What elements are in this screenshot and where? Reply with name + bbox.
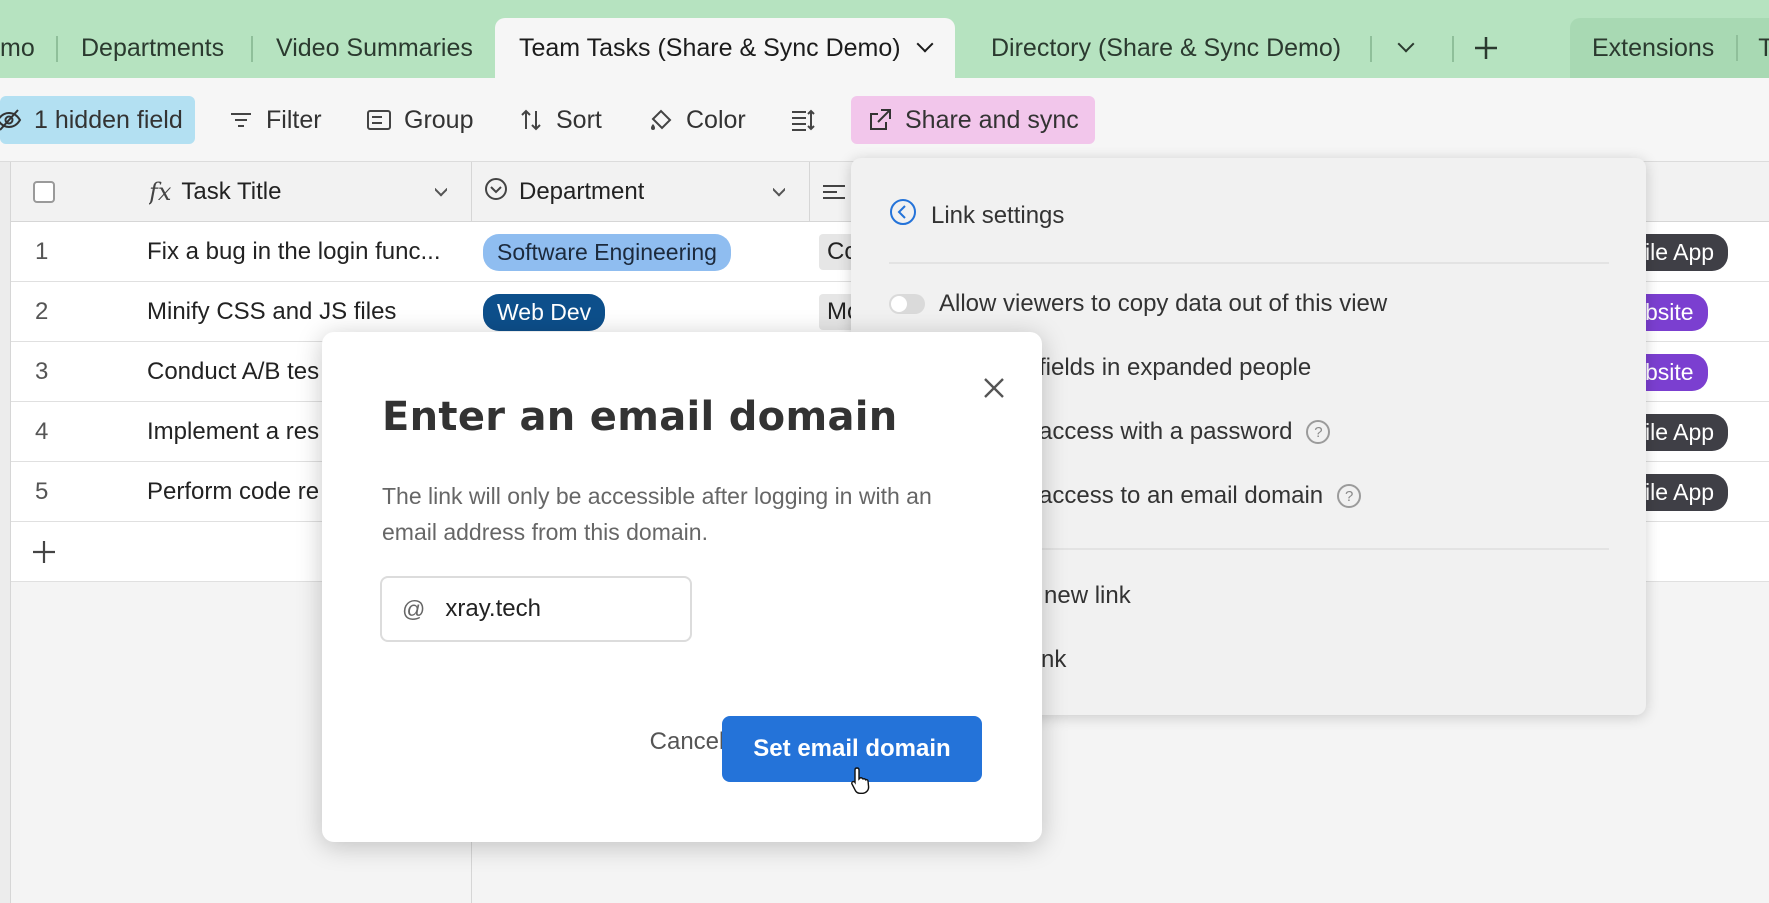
- extensions-label: Extensions: [1592, 33, 1715, 62]
- expanded-fields-label: fields in expanded people: [1039, 354, 1312, 381]
- task-title-cell[interactable]: Implement a res: [147, 402, 327, 462]
- column-header-department[interactable]: Department: [483, 162, 644, 222]
- copy-data-toggle[interactable]: [889, 294, 925, 314]
- row-height-button[interactable]: [790, 96, 816, 144]
- group-label: Group: [404, 105, 474, 134]
- dialog-description: The link will only be accessible after l…: [382, 483, 932, 545]
- add-table-button[interactable]: [1473, 18, 1499, 78]
- department-cell[interactable]: Software Engineering: [483, 222, 731, 282]
- copy-data-label: Allow viewers to copy data out of this v…: [939, 290, 1388, 317]
- password-option[interactable]: access with a password ?: [1039, 418, 1331, 446]
- panel-divider: [889, 262, 1609, 264]
- row-number: 5: [35, 478, 49, 505]
- password-label: access with a password: [1039, 418, 1293, 445]
- hide-fields-label: 1 hidden field: [34, 105, 183, 134]
- disable-link-option[interactable]: nk: [1041, 646, 1066, 674]
- chevron-down-icon: [773, 179, 785, 197]
- disable-link-label: nk: [1041, 646, 1067, 673]
- group-button[interactable]: Group: [366, 96, 473, 144]
- pointer-cursor-icon: [850, 766, 872, 796]
- filter-icon: [228, 107, 254, 133]
- sort-button[interactable]: Sort: [518, 96, 602, 144]
- help-icon[interactable]: ?: [1306, 420, 1331, 444]
- color-button[interactable]: Color: [648, 96, 746, 144]
- generate-new-link-label: new link: [1044, 582, 1131, 609]
- column-menu-chevron[interactable]: [773, 162, 785, 222]
- column-header-task-title[interactable]: ƒx Task Title: [149, 162, 281, 222]
- chevron-down-icon: [1397, 35, 1415, 53]
- single-select-icon: [483, 176, 509, 209]
- column-header-label: Task Title: [181, 178, 282, 205]
- tab-separator: [1370, 36, 1372, 62]
- tab-directory[interactable]: Directory (Share & Sync Demo): [991, 18, 1341, 78]
- tab-label: mo: [0, 33, 35, 62]
- row-height-icon: [790, 107, 816, 133]
- tab-partial-demo[interactable]: mo: [0, 18, 35, 78]
- email-domain-option[interactable]: access to an email domain ?: [1039, 482, 1362, 510]
- dialog-title: Enter an email domain: [382, 394, 898, 440]
- all-tables-dropdown[interactable]: [1397, 18, 1415, 78]
- sort-icon: [518, 107, 544, 133]
- tab-label: Departments: [81, 33, 225, 62]
- external-link-icon: [867, 107, 893, 133]
- tab-video-summaries[interactable]: Video Summaries: [276, 18, 473, 78]
- tab-separator: [56, 36, 58, 62]
- plus-icon: [31, 522, 57, 582]
- long-text-icon: [821, 162, 847, 222]
- email-domain-label: access to an email domain: [1039, 482, 1324, 509]
- filter-label: Filter: [266, 105, 322, 134]
- view-toolbar: 1 hidden field Filter Group Sort Color S…: [0, 78, 1769, 162]
- hide-fields-button[interactable]: 1 hidden field: [0, 96, 195, 144]
- paint-bucket-icon: [648, 107, 674, 133]
- row-number: 2: [35, 298, 49, 325]
- chevron-down-icon: [435, 179, 447, 197]
- row-number: 4: [35, 418, 49, 445]
- expanded-fields-option[interactable]: fields in expanded people: [1039, 354, 1311, 382]
- table-tab-bar: mo Departments Video Summaries Team Task…: [0, 0, 1769, 78]
- email-domain-input[interactable]: [445, 595, 666, 623]
- email-domain-field[interactable]: @: [380, 576, 692, 642]
- tools-label-partial: T: [1758, 33, 1769, 62]
- department-pill: Software Engineering: [483, 233, 731, 271]
- filter-button[interactable]: Filter: [228, 96, 322, 144]
- extensions-tab[interactable]: Extensions T: [1570, 18, 1769, 78]
- plus-icon: [1475, 37, 1497, 59]
- tab-separator: [1452, 36, 1454, 62]
- task-title-cell[interactable]: Conduct A/B tes: [147, 342, 327, 402]
- back-arrow-icon[interactable]: [889, 198, 917, 233]
- share-and-sync-label: Share and sync: [905, 105, 1079, 134]
- tab-label: Team Tasks (Share & Sync Demo): [519, 33, 901, 62]
- at-sign-icon: @: [402, 595, 426, 622]
- eye-slash-icon: [0, 107, 22, 133]
- formula-icon: ƒx: [149, 178, 172, 206]
- share-and-sync-button[interactable]: Share and sync: [851, 96, 1095, 144]
- generate-new-link-option[interactable]: new link: [1044, 582, 1131, 610]
- department-pill: Web Dev: [483, 293, 606, 331]
- task-title-cell[interactable]: Perform code re: [147, 462, 327, 522]
- task-title-cell[interactable]: Fix a bug in the login func...: [147, 222, 467, 282]
- tab-separator: [251, 36, 253, 62]
- checkbox: [33, 181, 55, 203]
- tab-team-tasks[interactable]: Team Tasks (Share & Sync Demo): [495, 18, 955, 78]
- help-icon[interactable]: ?: [1337, 484, 1362, 508]
- chevron-down-icon[interactable]: [916, 35, 934, 53]
- link-settings-header[interactable]: Link settings: [889, 198, 1064, 233]
- select-all-checkbox[interactable]: [33, 162, 55, 222]
- email-domain-dialog: Enter an email domain The link will only…: [322, 332, 1042, 842]
- group-icon: [366, 107, 392, 133]
- link-settings-title: Link settings: [931, 201, 1065, 229]
- column-menu-chevron[interactable]: [435, 162, 447, 222]
- tab-label: Video Summaries: [276, 33, 473, 62]
- row-number: 3: [35, 358, 49, 385]
- copy-data-option[interactable]: Allow viewers to copy data out of this v…: [889, 290, 1387, 318]
- sort-label: Sort: [556, 105, 602, 134]
- tab-separator: [1736, 35, 1739, 61]
- column-header-label: Department: [519, 178, 645, 205]
- tab-departments[interactable]: Departments: [81, 18, 224, 78]
- close-icon[interactable]: [978, 372, 1010, 404]
- tab-label: Directory (Share & Sync Demo): [991, 33, 1342, 62]
- color-label: Color: [686, 105, 746, 134]
- row-number: 1: [35, 238, 49, 265]
